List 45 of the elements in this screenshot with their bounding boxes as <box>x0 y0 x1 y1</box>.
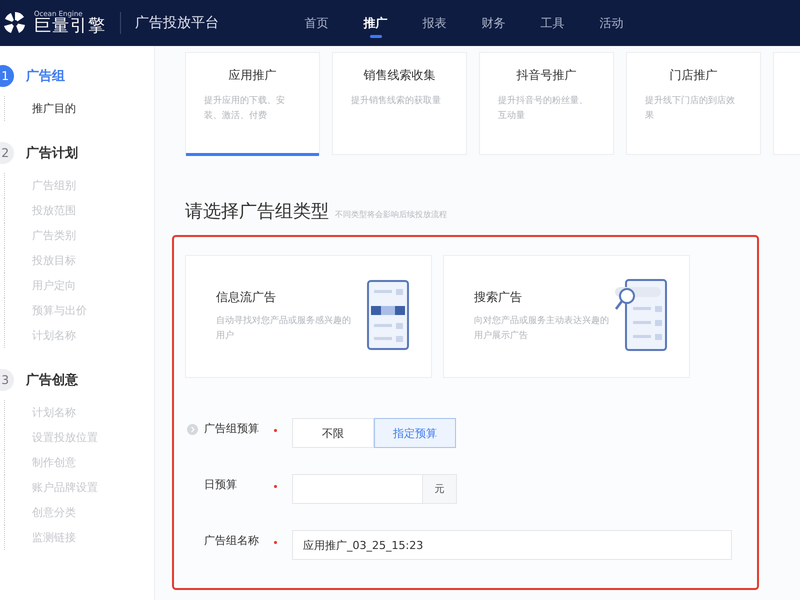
ad-type-title: 信息流广告 <box>216 289 277 306</box>
step-title[interactable]: 广告创意 <box>26 371 78 389</box>
section-title: 请选择广告组类型 <box>185 200 329 223</box>
goal-description: 提升抖音号的粉丝量、互动量 <box>498 94 589 123</box>
goal-title: 应用推广 <box>228 67 278 84</box>
nav-tab[interactable]: 工具 <box>523 0 582 46</box>
ad-type-title: 搜索广告 <box>474 289 523 306</box>
step-number: 2 <box>0 142 14 164</box>
goal-card[interactable]: 抖音号推广 提升抖音号的粉丝量、互动量 <box>479 52 614 155</box>
goal-title: 门店推广 <box>668 67 718 84</box>
nav-tab[interactable]: 活动 <box>582 0 641 46</box>
segment-button[interactable]: 不限 <box>292 418 374 448</box>
nav-tab[interactable]: 首页 <box>287 0 346 46</box>
phone-feed-icon <box>367 280 409 350</box>
goal-description: 提升销售线索的获取量 <box>351 94 442 108</box>
goal-card[interactable]: 应用推广 提升应用的下载、安装、激活、付费 <box>185 52 320 155</box>
ad-type-description: 向对您产品或服务主动表达兴趣的用户展示广告 <box>474 314 610 343</box>
ad-type-description: 自动寻找对您产品或服务感兴趣的用户 <box>216 314 352 343</box>
field-label: 广告组预算 <box>204 421 260 437</box>
logo-text: 巨量引擎 <box>34 18 106 35</box>
input-field[interactable]: 应用推广_03_25_15:23 <box>292 530 732 560</box>
goal-title: 抖音号推广 <box>516 67 578 84</box>
goal-card[interactable]: 销售线索收集 提升销售线索的获取量 <box>332 52 467 155</box>
step-title[interactable]: 广告计划 <box>26 144 78 162</box>
unit-label: 元 <box>423 474 457 504</box>
ad-type-card[interactable]: 信息流广告 自动寻找对您产品或服务感兴趣的用户 <box>185 255 432 378</box>
step-number: 3 <box>0 369 14 391</box>
step-title[interactable]: 广告组 <box>26 67 65 85</box>
goal-title: 销售线索收集 <box>362 67 436 84</box>
nav-tab[interactable]: 报表 <box>405 0 464 46</box>
field-label: 日预算 <box>204 477 238 493</box>
goal-card[interactable]: 门店推广 提升线下门店的到店效果 <box>626 52 761 155</box>
step-number: 1 <box>0 65 14 87</box>
segment-button[interactable]: 指定预算 <box>374 418 456 448</box>
goal-description: 提升应用的下载、安装、激活、付费 <box>204 94 286 123</box>
platform-title: 广告投放平台 <box>135 14 219 32</box>
field-label: 广告组名称 <box>204 533 260 549</box>
ad-type-card[interactable]: 搜索广告 向对您产品或服务主动表达兴趣的用户展示广告 <box>443 255 690 378</box>
input-field[interactable] <box>292 474 423 504</box>
goal-description: 提升线下门店的到店效果 <box>645 94 736 123</box>
sidebar-item[interactable]: 推广目的 <box>4 96 154 121</box>
section-hint: 不同类型将会影响后续投放流程 <box>335 209 447 220</box>
info-icon <box>187 424 198 435</box>
nav-tab[interactable]: 财务 <box>464 0 523 46</box>
nav-tab[interactable]: 推广 <box>346 0 405 46</box>
